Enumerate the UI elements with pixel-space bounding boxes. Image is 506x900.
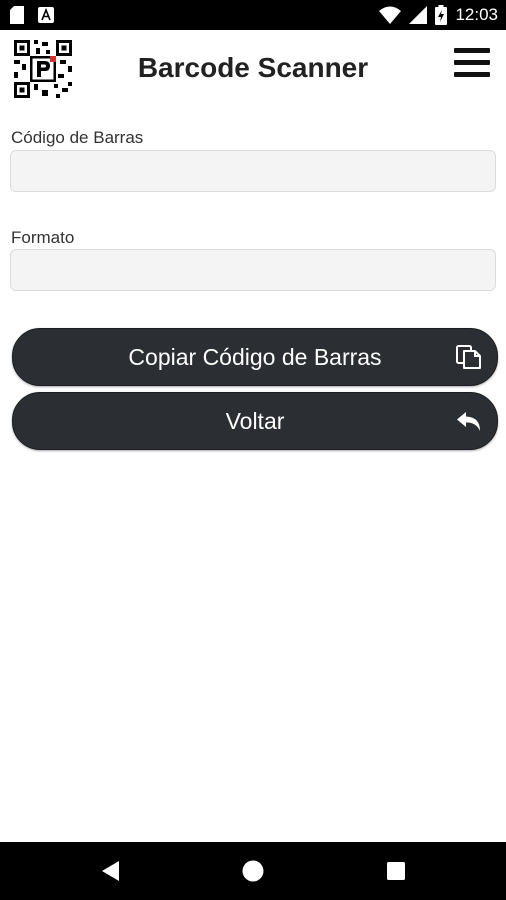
nav-back-icon[interactable]: [98, 858, 124, 884]
reply-arrow-icon: [457, 412, 480, 431]
back-button[interactable]: Voltar: [12, 392, 498, 450]
app-header: Barcode Scanner: [0, 30, 506, 110]
status-time: 12:03: [455, 5, 498, 24]
format-label: Formato: [11, 228, 75, 247]
barcode-label: Código de Barras: [11, 128, 144, 147]
cellular-signal-icon: [409, 6, 428, 24]
nav-recents-icon[interactable]: [383, 858, 409, 884]
navigation-bar: [0, 842, 506, 900]
menu-line-bottom: [454, 72, 490, 77]
menu-line-top: [454, 48, 490, 53]
copy-icon: [456, 345, 481, 369]
nav-home-icon[interactable]: [240, 858, 266, 884]
status-left: [10, 6, 54, 24]
status-bar: 12:03: [0, 0, 506, 30]
sd-card-icon: [10, 6, 24, 24]
back-button-label: Voltar: [225, 408, 285, 434]
screen: 12:03 Barcode Scanner Código de Barras F…: [0, 0, 506, 900]
status-right: 12:03: [379, 4, 498, 26]
notification-a-icon: [38, 7, 54, 23]
format-input[interactable]: [10, 249, 496, 291]
battery-icon: [435, 5, 448, 25]
copy-barcode-button[interactable]: Copiar Código de Barras: [12, 328, 498, 386]
barcode-input[interactable]: [10, 150, 496, 192]
hamburger-menu-icon[interactable]: [454, 48, 492, 82]
copy-barcode-button-label: Copiar Código de Barras: [128, 344, 382, 370]
wifi-icon: [379, 6, 402, 24]
app-title: Barcode Scanner: [137, 52, 369, 83]
menu-line-middle: [454, 60, 490, 65]
